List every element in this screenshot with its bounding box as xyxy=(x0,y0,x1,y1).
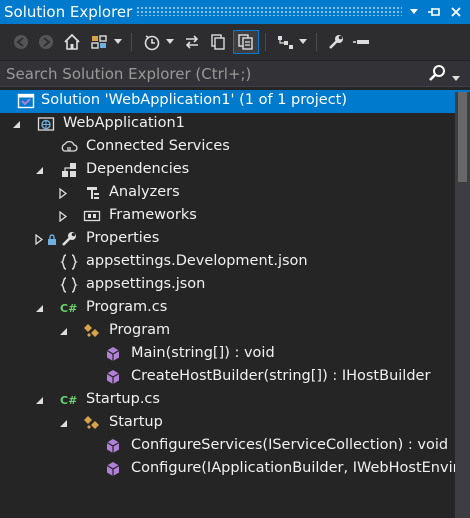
tree-item-label: Dependencies xyxy=(86,161,190,177)
solution-icon xyxy=(17,92,35,110)
toolbar-separator xyxy=(131,33,132,51)
frameworks-icon xyxy=(83,207,101,225)
tree-item-label: appsettings.Development.json xyxy=(86,253,308,269)
collapsed-arrow-icon[interactable] xyxy=(57,182,69,205)
tree-item-main-method[interactable]: Main(string[]) : void xyxy=(0,343,470,366)
svg-text:C#: C# xyxy=(60,394,77,407)
close-icon[interactable] xyxy=(446,2,466,22)
properties-wrench-icon[interactable] xyxy=(325,30,347,54)
collapse-all-icon[interactable] xyxy=(274,30,296,54)
auto-hide-pin-icon[interactable] xyxy=(424,2,444,22)
dependencies-icon xyxy=(60,161,78,179)
collapse-all-dropdown-icon[interactable] xyxy=(297,30,309,54)
tree-item-label: Properties xyxy=(86,230,160,246)
search-options-dropdown-icon[interactable] xyxy=(452,70,460,86)
tree-item-program-class[interactable]: Program xyxy=(0,320,470,343)
expanded-arrow-icon[interactable] xyxy=(57,320,69,343)
tree-item-project[interactable]: WebApplication1 xyxy=(0,113,470,136)
tree-item-label: Solution 'WebApplication1' (1 of 1 proje… xyxy=(41,92,348,108)
refresh-icon[interactable] xyxy=(207,30,229,54)
sync-with-active-document-icon[interactable] xyxy=(181,30,203,54)
tree-item-solution[interactable]: Solution 'WebApplication1' (1 of 1 proje… xyxy=(0,90,470,113)
window-position-dropdown-icon[interactable] xyxy=(404,2,424,22)
tree-item-label: WebApplication1 xyxy=(63,115,185,131)
json-file-icon xyxy=(60,253,78,271)
tree-item-dependencies[interactable]: Dependencies xyxy=(0,159,470,182)
tree-item-startup-class[interactable]: Startup xyxy=(0,412,470,435)
forward-icon[interactable] xyxy=(35,30,57,54)
search-input[interactable] xyxy=(0,61,420,86)
expanded-arrow-icon[interactable] xyxy=(33,297,45,320)
show-all-files-icon[interactable] xyxy=(233,30,259,54)
pending-changes-filter-icon[interactable] xyxy=(141,30,163,54)
class-icon xyxy=(83,322,101,340)
preview-selected-items-icon[interactable] xyxy=(350,30,372,54)
switch-views-icon[interactable] xyxy=(88,30,110,54)
tree-item-label: Configure(IApplicationBuilder, IWebHostE… xyxy=(131,460,455,476)
tree-item-label: Main(string[]) : void xyxy=(131,345,275,361)
tree-item-frameworks[interactable]: Frameworks xyxy=(0,205,470,228)
tree-item-label: Frameworks xyxy=(109,207,197,223)
tree-item-label: Program.cs xyxy=(86,299,168,315)
tree-item-program-cs[interactable]: C# Program.cs xyxy=(0,297,470,320)
collapsed-arrow-icon[interactable] xyxy=(57,205,69,228)
lock-icon xyxy=(47,230,57,248)
tree-item-label: Connected Services xyxy=(86,138,230,154)
method-icon xyxy=(104,345,122,363)
toolbar xyxy=(0,24,470,60)
search-icon[interactable] xyxy=(428,64,446,86)
home-icon[interactable] xyxy=(61,30,83,54)
tree-item-startup-cs[interactable]: C# Startup.cs xyxy=(0,389,470,412)
tree-item-create-host-builder[interactable]: CreateHostBuilder(string[]) : IHostBuild… xyxy=(0,366,470,389)
tree-item-appsettings-development[interactable]: appsettings.Development.json xyxy=(0,251,470,274)
switch-views-dropdown-icon[interactable] xyxy=(112,30,124,54)
web-project-icon xyxy=(37,115,55,133)
method-icon xyxy=(104,437,122,455)
tree-item-analyzers[interactable]: Analyzers xyxy=(0,182,470,205)
toolbar-separator xyxy=(265,33,266,51)
tree-item-label: ConfigureServices(IServiceCollection) : … xyxy=(131,437,449,453)
scrollbar-thumb[interactable] xyxy=(458,92,467,182)
tree-item-label: appsettings.json xyxy=(86,276,206,292)
connected-services-icon xyxy=(60,138,78,156)
expanded-arrow-icon[interactable] xyxy=(57,412,69,435)
expanded-arrow-icon[interactable] xyxy=(10,113,22,136)
pending-changes-dropdown-icon[interactable] xyxy=(164,30,176,54)
toolbar-separator xyxy=(316,33,317,51)
csharp-file-icon: C# xyxy=(60,299,78,317)
tree-item-configure-services[interactable]: ConfigureServices(IServiceCollection) : … xyxy=(0,435,470,458)
tree-item-connected-services[interactable]: Connected Services xyxy=(0,136,470,159)
tree-item-configure[interactable]: Configure(IApplicationBuilder, IWebHostE… xyxy=(0,458,455,481)
tree-item-label: CreateHostBuilder(string[]) : IHostBuild… xyxy=(131,368,431,384)
analyzers-icon xyxy=(83,184,101,202)
expanded-arrow-icon[interactable] xyxy=(33,389,45,412)
title-bar: Solution Explorer xyxy=(0,0,470,24)
collapsed-arrow-icon[interactable] xyxy=(33,228,45,251)
svg-text:C#: C# xyxy=(60,302,77,315)
vertical-scrollbar[interactable] xyxy=(455,92,470,518)
tree-item-label: Analyzers xyxy=(109,184,180,200)
window-title: Solution Explorer xyxy=(4,3,133,21)
title-bar-grip[interactable] xyxy=(136,6,402,16)
tree-item-appsettings[interactable]: appsettings.json xyxy=(0,274,470,297)
wrench-icon xyxy=(60,230,78,248)
method-icon xyxy=(104,460,122,478)
csharp-file-icon: C# xyxy=(60,391,78,409)
tree-item-properties[interactable]: Properties xyxy=(0,228,470,251)
class-icon xyxy=(83,414,101,432)
method-icon xyxy=(104,368,122,386)
json-file-icon xyxy=(60,276,78,294)
expanded-arrow-icon[interactable] xyxy=(33,159,45,182)
back-icon[interactable] xyxy=(10,30,32,54)
tree-item-label: Program xyxy=(109,322,171,338)
tree-item-label: Startup xyxy=(109,414,163,430)
tree-item-label: Startup.cs xyxy=(86,391,160,407)
search-box xyxy=(0,61,470,87)
